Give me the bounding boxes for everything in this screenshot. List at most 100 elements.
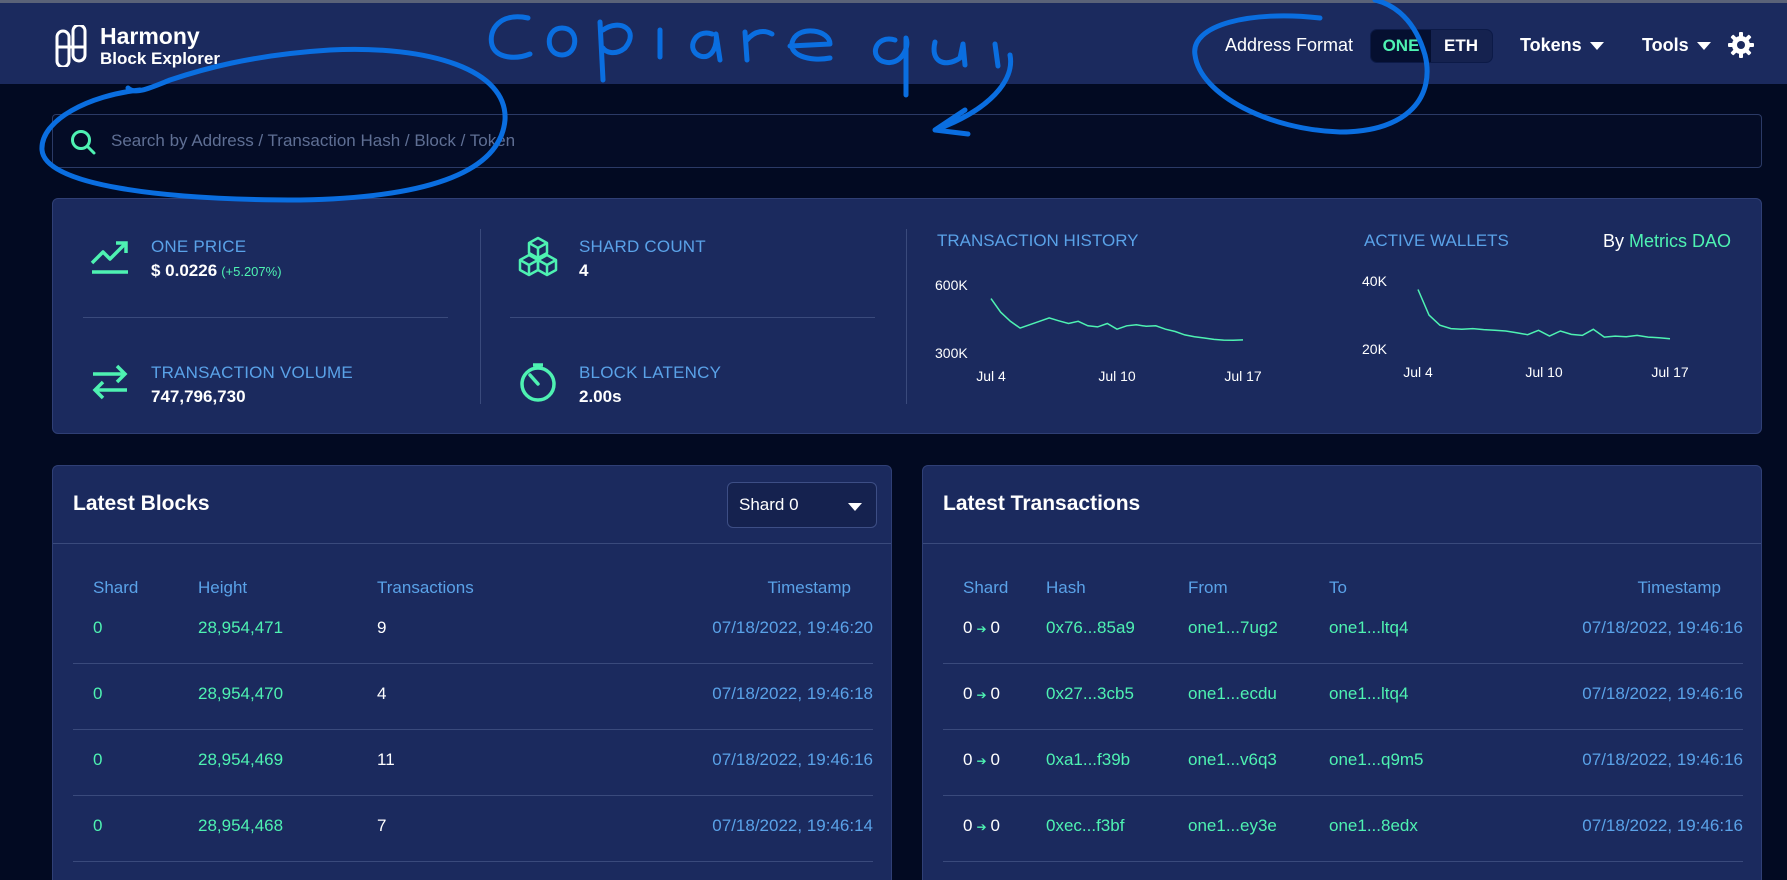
column-header-shard: Shard [93, 578, 139, 597]
format-eth-button[interactable]: ETH [1431, 30, 1491, 62]
divider [510, 317, 875, 318]
table-row[interactable]: 0 ➔ 0 0x76...85a9 one1...7ug2 one1...ltq4 … [943, 598, 1743, 664]
tools-menu-label: Tools [1642, 35, 1689, 55]
x-tick-label: Jul 17 [1651, 364, 1689, 380]
one-price-value: $ 0.0226 (+5.207%) [151, 261, 282, 281]
column-header-height: Height [198, 578, 248, 597]
table-row[interactable]: 0 ➔ 0 0xa1...f39b one1...v6q3 one1...q9m5 … [943, 730, 1743, 796]
harmony-logo[interactable]: Harmony Block Explorer [50, 25, 220, 67]
trending-up-icon [90, 241, 128, 274]
active-wallets-chart: 40K 20K Jul 4 Jul 10 Jul 17 [1362, 273, 1689, 380]
table-row[interactable]: 0 28,954,468 7 07/18/2022, 19:46:14 [73, 796, 873, 862]
arrow-right-icon: ➔ [976, 688, 987, 702]
tx-timestamp: 07/18/2022, 19:46:16 [1582, 618, 1743, 637]
tx-hash-link[interactable]: 0x76...85a9 [1046, 618, 1135, 638]
logo-title: Harmony [100, 23, 200, 49]
tx-shard: 0 ➔ 0 [963, 618, 1000, 638]
tx-hash-link[interactable]: 0xa1...f39b [1046, 750, 1130, 770]
tx-shard-from: 0 [963, 684, 973, 703]
metrics-dao-link[interactable]: Metrics DAO [1629, 231, 1731, 251]
block-timestamp: 07/18/2022, 19:46:16 [712, 750, 873, 769]
tokens-menu[interactable]: Tokens [1520, 35, 1604, 56]
one-price-change: (+5.207%) [221, 264, 282, 279]
table-row[interactable]: 0 28,954,469 11 07/18/2022, 19:46:16 [73, 730, 873, 796]
tx-shard-from: 0 [963, 618, 973, 637]
metrics-dao-credit: By Metrics DAO [1603, 231, 1731, 252]
shard-select[interactable]: Shard 0 [727, 482, 877, 528]
transaction-history-chart: 600K 300K Jul 4 Jul 10 Jul 17 [935, 277, 1262, 384]
active-wallets-title: ACTIVE WALLETS [1364, 231, 1509, 250]
block-latency-label: BLOCK LATENCY [579, 363, 722, 382]
column-header-transactions: Transactions [377, 578, 474, 597]
column-header-from: From [1188, 578, 1228, 597]
tx-timestamp: 07/18/2022, 19:46:16 [1582, 684, 1743, 703]
y-tick-label: 300K [935, 345, 968, 361]
tx-shard-to: 0 [990, 684, 1000, 703]
column-header-timestamp: Timestamp [1637, 578, 1721, 597]
caret-down-icon [848, 503, 862, 511]
table-row[interactable]: 0 28,954,471 9 07/18/2022, 19:46:20 [73, 598, 873, 664]
address-format-label: Address Format [1225, 35, 1354, 55]
tx-to-link[interactable]: one1...ltq4 [1329, 684, 1408, 704]
column-header-shard: Shard [963, 578, 1009, 597]
arrow-right-icon: ➔ [976, 622, 987, 636]
format-one-button[interactable]: ONE [1371, 30, 1431, 62]
block-height-link[interactable]: 28,954,471 [198, 618, 283, 638]
y-tick-label: 40K [1362, 273, 1388, 289]
tx-shard-from: 0 [963, 750, 973, 769]
caret-down-icon [1696, 41, 1711, 50]
block-latency-value: 2.00s [579, 387, 622, 406]
tx-to-link[interactable]: one1...8edx [1329, 816, 1418, 836]
tx-to-link[interactable]: one1...q9m5 [1329, 750, 1424, 770]
latest-transactions-panel: Latest Transactions Shard Hash From To T… [922, 465, 1762, 880]
stats-panel: ONE PRICE $ 0.0226 (+5.207%) TRANSACTION … [52, 198, 1762, 434]
series-line [1417, 289, 1671, 340]
gear-icon[interactable] [1727, 31, 1755, 59]
tx-timestamp: 07/18/2022, 19:46:16 [1582, 816, 1743, 835]
one-price-amount: $ 0.0226 [151, 261, 218, 280]
tx-shard-from: 0 [963, 816, 973, 835]
tx-shard: 0 ➔ 0 [963, 750, 1000, 770]
transaction-volume-value: 747,796,730 [151, 387, 246, 406]
y-tick-label: 600K [935, 277, 968, 293]
block-transactions: 11 [377, 750, 395, 769]
block-height-link[interactable]: 28,954,468 [198, 816, 283, 836]
x-tick-label: Jul 4 [1403, 364, 1433, 380]
column-header-hash: Hash [1046, 578, 1086, 597]
block-timestamp: 07/18/2022, 19:46:14 [712, 816, 873, 835]
transaction-volume-label: TRANSACTION VOLUME [151, 363, 353, 382]
tools-menu[interactable]: Tools [1642, 35, 1711, 56]
tokens-menu-label: Tokens [1520, 35, 1582, 55]
tx-shard-to: 0 [990, 816, 1000, 835]
tx-shard-to: 0 [990, 618, 1000, 637]
block-shard: 0 [93, 750, 103, 769]
column-header-timestamp: Timestamp [767, 578, 851, 597]
block-timestamp: 07/18/2022, 19:46:18 [712, 684, 873, 703]
tx-hash-link[interactable]: 0xec...f3bf [1046, 816, 1124, 836]
table-row[interactable]: 0 ➔ 0 0x27...3cb5 one1...ecdu one1...ltq4 … [943, 664, 1743, 730]
tx-from-link[interactable]: one1...7ug2 [1188, 618, 1278, 638]
tx-from-link[interactable]: one1...v6q3 [1188, 750, 1277, 770]
top-navbar: Harmony Block Explorer Address Format ON… [0, 0, 1787, 84]
logo-subtitle: Block Explorer [100, 49, 220, 68]
divider [480, 229, 481, 404]
tx-from-link[interactable]: one1...ecdu [1188, 684, 1277, 704]
search-bar [52, 114, 1762, 168]
divider [83, 317, 448, 318]
shard-count-value: 4 [579, 261, 589, 280]
column-header-to: To [1329, 578, 1347, 597]
latest-transactions-header: Latest Transactions [923, 466, 1761, 544]
tx-from-link[interactable]: one1...ey3e [1188, 816, 1277, 836]
search-input[interactable] [111, 115, 1711, 167]
one-price-label: ONE PRICE [151, 237, 247, 256]
table-row[interactable]: 0 ➔ 0 0xec...f3bf one1...ey3e one1...8edx … [943, 796, 1743, 862]
tx-hash-link[interactable]: 0x27...3cb5 [1046, 684, 1134, 704]
block-height-link[interactable]: 28,954,470 [198, 684, 283, 704]
block-timestamp: 07/18/2022, 19:46:20 [712, 618, 873, 637]
tx-timestamp: 07/18/2022, 19:46:16 [1582, 750, 1743, 769]
table-row[interactable]: 0 28,954,470 4 07/18/2022, 19:46:18 [73, 664, 873, 730]
y-tick-label: 20K [1362, 341, 1388, 357]
tx-to-link[interactable]: one1...ltq4 [1329, 618, 1408, 638]
transfer-arrows-icon [92, 364, 128, 400]
block-height-link[interactable]: 28,954,469 [198, 750, 283, 770]
